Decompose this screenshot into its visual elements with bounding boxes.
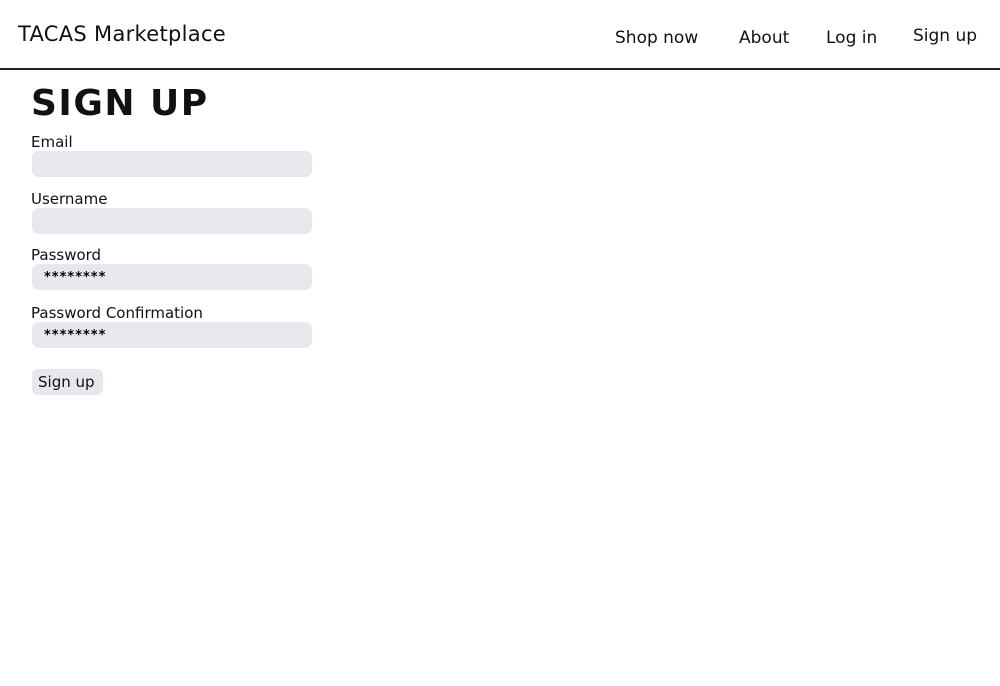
page-title: SIGN UP bbox=[31, 83, 209, 124]
password-confirmation-label: Password Confirmation bbox=[31, 304, 203, 322]
site-header: TACAS Marketplace Shop now About Log in … bbox=[0, 0, 1000, 70]
brand-logo-text[interactable]: TACAS Marketplace bbox=[18, 22, 226, 46]
username-field[interactable] bbox=[32, 208, 312, 234]
sign-up-button[interactable]: Sign up bbox=[32, 369, 103, 395]
email-field[interactable] bbox=[32, 151, 312, 177]
nav-about-link[interactable]: About bbox=[739, 28, 789, 48]
username-label: Username bbox=[31, 190, 108, 208]
password-confirmation-field[interactable] bbox=[32, 322, 312, 348]
nav-shop-now-link[interactable]: Shop now bbox=[615, 28, 698, 48]
password-field[interactable] bbox=[32, 264, 312, 290]
nav-log-in-link[interactable]: Log in bbox=[826, 28, 877, 48]
nav-sign-up-link[interactable]: Sign up bbox=[913, 26, 977, 46]
password-label: Password bbox=[31, 246, 102, 264]
email-label: Email bbox=[31, 133, 73, 151]
